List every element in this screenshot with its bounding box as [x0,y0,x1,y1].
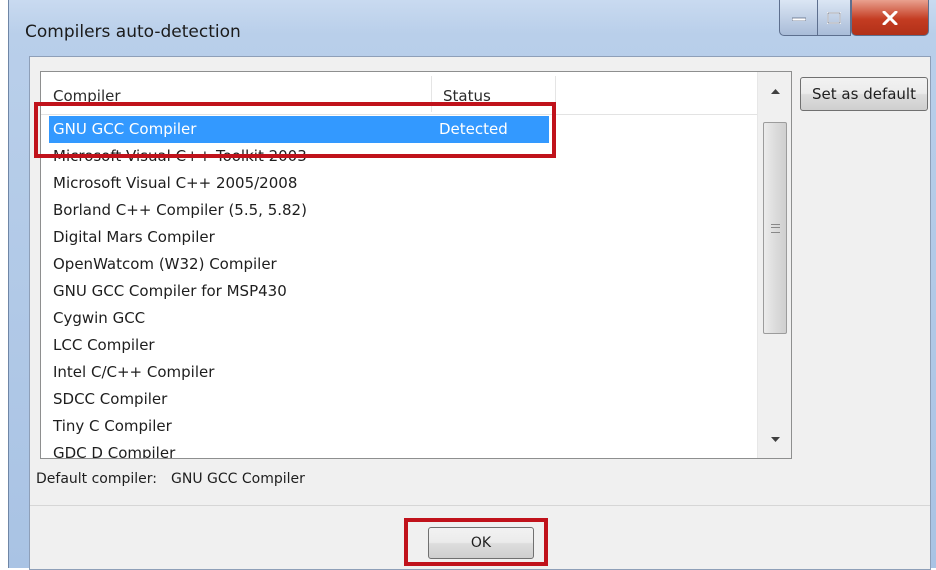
set-as-default-button[interactable]: Set as default [800,77,928,111]
compiler-name: Digital Mars Compiler [53,228,215,246]
arrow-down-icon [770,436,780,442]
compiler-name: OpenWatcom (W32) Compiler [53,255,277,273]
column-divider[interactable] [555,76,556,112]
list-item-gnu-gcc[interactable]: GNU GCC Compiler Detected [49,116,549,143]
compiler-name: SDCC Compiler [53,390,168,408]
dialog-client-area: Compiler Status GNU GCC Compiler Detecte… [29,56,931,570]
list-item[interactable]: Microsoft Visual C++ 2005/2008 [41,170,757,197]
compiler-list[interactable]: Compiler Status GNU GCC Compiler Detecte… [40,71,792,459]
list-item[interactable]: Digital Mars Compiler [41,224,757,251]
list-item[interactable]: Tiny C Compiler [41,413,757,440]
compiler-name: Intel C/C++ Compiler [53,363,215,381]
list-header: Compiler Status [41,72,757,115]
grip-icon [770,223,780,233]
compiler-name: GDC D Compiler [53,444,176,459]
arrow-up-icon [770,88,780,94]
list-item[interactable]: GNU GCC Compiler for MSP430 [41,278,757,305]
separator [30,505,930,506]
compiler-name: LCC Compiler [53,336,155,354]
list-item[interactable]: GDC D Compiler [41,440,757,459]
list-item[interactable]: SDCC Compiler [41,386,757,413]
column-header-compiler[interactable]: Compiler [41,72,431,114]
compiler-name: Tiny C Compiler [53,417,172,435]
compiler-name: Cygwin GCC [53,309,146,327]
default-compiler-label: Default compiler: [36,471,158,487]
compiler-name: GNU GCC Compiler for MSP430 [53,282,287,300]
list-item[interactable]: Cygwin GCC [41,305,757,332]
scrollbar-thumb[interactable] [763,122,787,334]
scroll-down-button[interactable] [758,420,791,458]
close-icon [882,10,898,25]
compiler-name: GNU GCC Compiler [53,120,197,138]
vertical-scrollbar[interactable] [757,72,791,458]
maximize-button[interactable] [817,0,851,36]
minimize-button[interactable] [779,0,817,36]
list-item[interactable]: Microsoft Visual C++ Toolkit 2003 [41,143,757,170]
window-title: Compilers auto-detection [25,22,241,42]
list-item[interactable]: Borland C++ Compiler (5.5, 5.82) [41,197,757,224]
ok-button[interactable]: OK [428,527,534,559]
dialog-window: Compilers auto-detection Compiler Status… [8,0,936,570]
list-item[interactable]: LCC Compiler [41,332,757,359]
default-compiler-value: GNU GCC Compiler [171,471,305,487]
default-compiler-line: Default compiler: GNU GCC Compiler [36,471,305,487]
close-button[interactable] [851,0,929,36]
compiler-name: Microsoft Visual C++ 2005/2008 [53,174,298,192]
compiler-name: Microsoft Visual C++ Toolkit 2003 [53,147,307,165]
scroll-up-button[interactable] [758,72,791,110]
maximize-icon [827,11,841,24]
list-item[interactable]: OpenWatcom (W32) Compiler [41,251,757,278]
minimize-icon [791,17,806,21]
compiler-status: Detected [439,120,508,138]
list-item[interactable]: Intel C/C++ Compiler [41,359,757,386]
compiler-name: Borland C++ Compiler (5.5, 5.82) [53,201,307,219]
title-bar[interactable]: Compilers auto-detection [9,0,936,64]
column-header-status[interactable]: Status [431,72,555,114]
